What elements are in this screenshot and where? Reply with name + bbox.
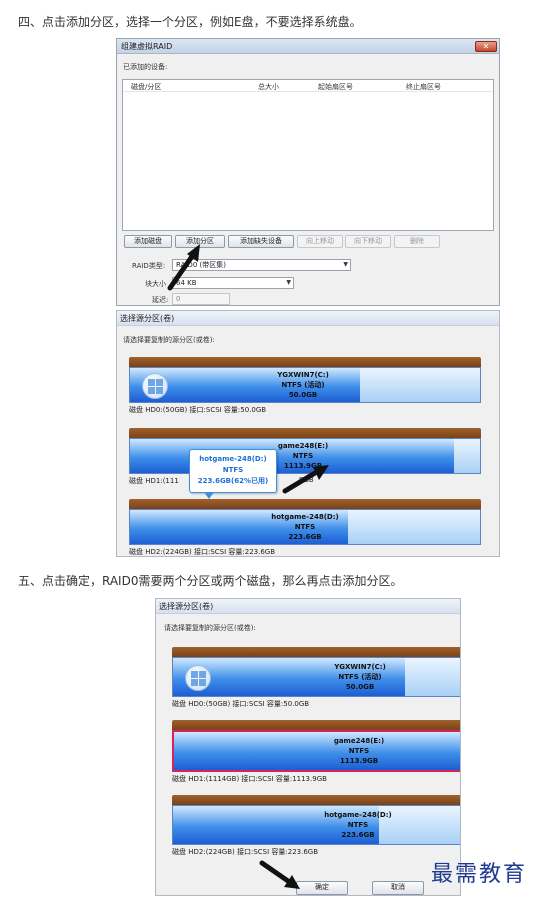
pointer-arrow-icon bbox=[167, 244, 200, 291]
volume-fs: NTFS (活动) bbox=[281, 381, 325, 389]
step5-instruction: 五、点击确定，RAID0需要两个分区或两个磁盘，那么再点击添加分区。 bbox=[18, 574, 403, 588]
add-missing-device-button[interactable]: 添加缺失设备 bbox=[228, 235, 294, 248]
disk-info: 磁盘 HD0:(50GB) 接口:SCSI 容量:50.0GB bbox=[129, 406, 267, 414]
pointer-arrow-icon bbox=[259, 860, 300, 889]
column-end-sector: 终止扇区号 bbox=[406, 83, 441, 91]
volume-fs: NTFS bbox=[347, 821, 369, 829]
disk-info: 磁盘 HD2:(224GB) 接口:SCSI 容量:223.6GB bbox=[129, 548, 276, 556]
column-disk-partition: 磁盘/分区 bbox=[131, 83, 162, 91]
volume-size: 223.6GB bbox=[341, 831, 375, 839]
source-dialog-2: 选择源分区(卷) 请选择要复制的源分区(或卷): YGXWIN7(C:) NTF… bbox=[155, 598, 461, 896]
disk-hd2[interactable]: hotgame-248(D:) NTFS 223.6GB 磁盘 HD2:(224… bbox=[129, 499, 481, 556]
watermark-logo: 最需教育 bbox=[431, 862, 528, 887]
disk-header-bar bbox=[172, 720, 460, 730]
volume-name: YGXWIN7(C:) bbox=[334, 663, 386, 671]
disk-header-bar bbox=[129, 428, 481, 438]
disk-hd0[interactable]: YGXWIN7(C:) NTFS (活动) 50.0GB 磁盘 HD0:(50G… bbox=[129, 357, 481, 415]
volume-fs: NTFS (活动) bbox=[338, 673, 382, 681]
volume-size: 50.0GB bbox=[288, 391, 318, 399]
column-total-size: 总大小 bbox=[258, 83, 279, 91]
tooltip-usage: 223.6GB(62%已用) bbox=[197, 477, 269, 485]
disk-header-bar bbox=[129, 499, 481, 509]
tooltip-name: hotgame-248(D:) bbox=[199, 455, 267, 463]
volume-name: hotgame-248(D:) bbox=[324, 811, 392, 819]
volume-name: hotgame-248(D:) bbox=[271, 513, 339, 521]
disk-info-visible: 磁盘 HD1:(111 bbox=[129, 477, 179, 485]
move-up-button[interactable]: 向上移动 bbox=[297, 235, 343, 248]
close-icon[interactable]: ✕ bbox=[475, 41, 497, 52]
volume-e-selected[interactable]: game248(E:) NTFS 1113.9GB bbox=[172, 730, 460, 772]
chevron-down-icon: ▼ bbox=[343, 261, 348, 268]
volume-name: game248(E:) bbox=[277, 442, 329, 450]
disk-hd2[interactable]: hotgame-248(D:) NTFS 223.6GB 磁盘 HD2:(224… bbox=[172, 795, 460, 857]
chevron-down-icon: ▼ bbox=[286, 279, 291, 286]
step4-instruction: 四、点击添加分区，选择一个分区，例如E盘，不要选择系统盘。 bbox=[18, 15, 362, 29]
column-start-sector: 起始扇区号 bbox=[318, 83, 353, 91]
volume-fs: NTFS bbox=[294, 523, 316, 531]
disk-header-bar bbox=[172, 795, 460, 805]
device-list[interactable]: 磁盘/分区 总大小 起始扇区号 终止扇区号 bbox=[122, 79, 494, 231]
volume-size: 1113.9GB bbox=[339, 757, 379, 765]
pointer-arrow-icon bbox=[282, 465, 329, 494]
disk-info: 磁盘 HD1:(1114GB) 接口:SCSI 容量:1113.9GB bbox=[172, 775, 327, 783]
raid-dialog-title: 组建虚拟RAID bbox=[117, 39, 499, 54]
volume-d[interactable]: hotgame-248(D:) NTFS 223.6GB bbox=[172, 805, 460, 845]
device-list-header: 磁盘/分区 总大小 起始扇区号 终止扇区号 bbox=[123, 80, 493, 92]
disk-header-bar bbox=[172, 647, 460, 657]
windows-logo-icon bbox=[142, 373, 168, 399]
volume-d[interactable]: hotgame-248(D:) NTFS 223.6GB bbox=[129, 509, 481, 545]
disk-hd0[interactable]: YGXWIN7(C:) NTFS (活动) 50.0GB 磁盘 HD0:(50G… bbox=[172, 647, 460, 709]
source-instruction: 请选择要复制的源分区(或卷): bbox=[164, 624, 256, 632]
volume-name: YGXWIN7(C:) bbox=[277, 371, 329, 379]
windows-logo-icon bbox=[185, 665, 211, 691]
volume-size: 223.6GB bbox=[288, 533, 322, 541]
cancel-button[interactable]: 取消 bbox=[372, 881, 424, 895]
disk-hd1[interactable]: game248(E:) NTFS 1113.9GB 磁盘 HD1:(1114GB… bbox=[172, 720, 460, 784]
source-dialog-1: 选择源分区(卷) 请选择要复制的源分区(或卷): YGXWIN7(C:) NTF… bbox=[116, 310, 500, 557]
volume-c[interactable]: YGXWIN7(C:) NTFS (活动) 50.0GB bbox=[129, 367, 481, 403]
source-instruction: 请选择要复制的源分区(或卷): bbox=[123, 336, 215, 344]
volume-tooltip: hotgame-248(D:) NTFS 223.6GB(62%已用) bbox=[189, 449, 277, 499]
tooltip-fs: NTFS bbox=[222, 466, 244, 474]
volume-fs: NTFS bbox=[348, 747, 370, 755]
volume-name: game248(E:) bbox=[333, 737, 385, 745]
disk-header-bar bbox=[129, 357, 481, 367]
remove-button[interactable]: 删除 bbox=[394, 235, 440, 248]
disk-info: 磁盘 HD0:(50GB) 接口:SCSI 容量:50.0GB bbox=[172, 700, 310, 708]
source-dialog-title: 选择源分区(卷) bbox=[156, 599, 460, 614]
source-dialog-title: 选择源分区(卷) bbox=[117, 311, 499, 326]
disk-info: 磁盘 HD2:(224GB) 接口:SCSI 容量:223.6GB bbox=[172, 848, 319, 856]
volume-size: 50.0GB bbox=[345, 683, 375, 691]
added-devices-label: 已添加的设备: bbox=[123, 63, 168, 71]
move-down-button[interactable]: 向下移动 bbox=[345, 235, 391, 248]
volume-c[interactable]: YGXWIN7(C:) NTFS (活动) 50.0GB bbox=[172, 657, 460, 697]
delay-label: 延迟: bbox=[152, 296, 169, 304]
